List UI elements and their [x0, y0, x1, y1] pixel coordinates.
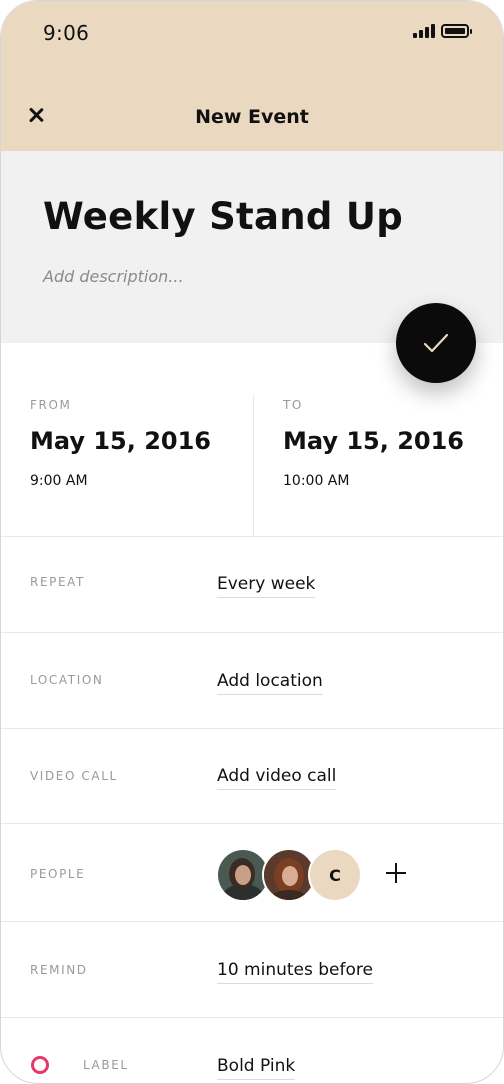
location-value[interactable]: Add location: [217, 671, 323, 695]
video-call-value[interactable]: Add video call: [217, 766, 337, 790]
label-label: LABEL: [83, 1058, 129, 1072]
video-call-row[interactable]: VIDEO CALL Add video call: [1, 729, 503, 824]
to-date[interactable]: May 15, 2016: [283, 427, 464, 455]
location-label: LOCATION: [30, 673, 104, 687]
event-title-input[interactable]: Weekly Stand Up: [43, 195, 403, 238]
plus-icon[interactable]: [385, 862, 407, 884]
label-value[interactable]: Bold Pink: [217, 1056, 296, 1080]
avatar[interactable]: C: [308, 848, 362, 902]
label-color-icon[interactable]: [31, 1056, 49, 1074]
video-call-value-text: Add video call: [217, 766, 337, 790]
cellular-signal-icon: [413, 24, 435, 38]
status-time: 9:06: [43, 21, 90, 45]
remind-label: REMIND: [30, 963, 88, 977]
people-label: PEOPLE: [30, 867, 86, 881]
checkmark-icon: [423, 333, 449, 353]
remind-row[interactable]: REMIND 10 minutes before: [1, 922, 503, 1018]
battery-icon: [441, 24, 472, 38]
location-row[interactable]: LOCATION Add location: [1, 633, 503, 729]
phone-frame: 9:06 New Event Weekly Stand Up Add descr…: [0, 0, 504, 1084]
repeat-value[interactable]: Every week: [217, 574, 316, 598]
people-avatars: C: [216, 848, 362, 902]
to-time[interactable]: 10:00 AM: [283, 473, 349, 489]
event-description-input[interactable]: Add description...: [43, 267, 184, 286]
repeat-value-text: Every week: [217, 574, 316, 598]
people-row: PEOPLE C: [1, 824, 503, 922]
remind-value-text: 10 minutes before: [217, 960, 373, 984]
confirm-button[interactable]: [396, 303, 476, 383]
status-icons: [413, 24, 472, 38]
video-call-label: VIDEO CALL: [30, 769, 118, 783]
remind-value[interactable]: 10 minutes before: [217, 960, 373, 984]
label-row[interactable]: LABEL Bold Pink: [1, 1018, 503, 1083]
repeat-row[interactable]: REPEAT Every week: [1, 537, 503, 633]
repeat-label: REPEAT: [30, 575, 85, 589]
date-divider: [253, 395, 254, 537]
label-value-text: Bold Pink: [217, 1056, 296, 1080]
page-title: New Event: [195, 106, 309, 128]
from-date[interactable]: May 15, 2016: [30, 427, 211, 455]
location-value-text: Add location: [217, 671, 323, 695]
header-bar: 9:06 New Event: [1, 1, 503, 151]
from-label: FROM: [30, 398, 72, 412]
to-label: TO: [283, 398, 303, 412]
from-time[interactable]: 9:00 AM: [30, 473, 88, 489]
